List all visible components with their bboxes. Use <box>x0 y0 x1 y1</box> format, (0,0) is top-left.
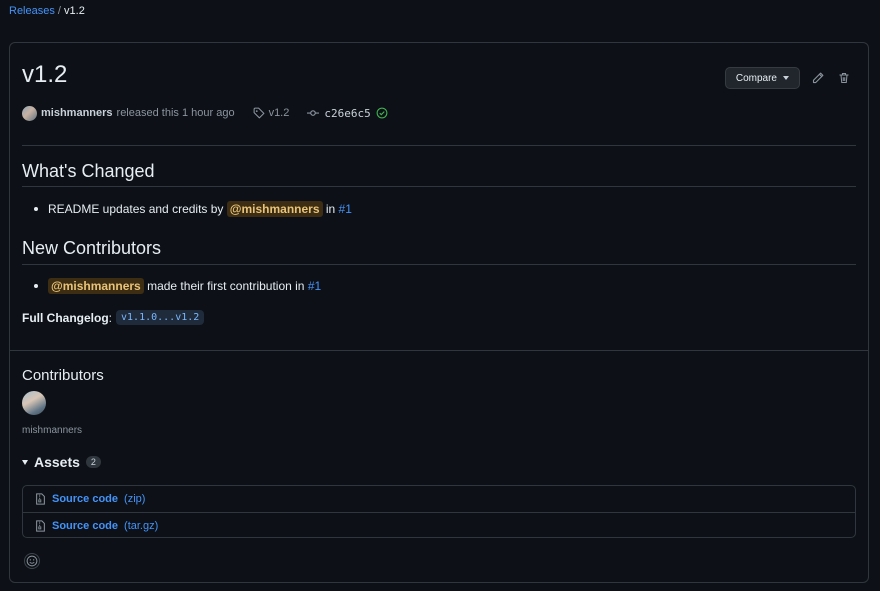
compare-button[interactable]: Compare <box>724 67 800 89</box>
section-divider <box>10 350 868 351</box>
release-tag[interactable]: v1.2 <box>253 107 290 119</box>
asset-ext: (tar.gz) <box>124 519 159 532</box>
whats-changed-heading: What's Changed <box>22 161 155 181</box>
pencil-icon <box>812 72 824 84</box>
bullet <box>34 207 38 211</box>
asset-name-link[interactable]: Source code <box>52 520 118 532</box>
contributors-heading: Contributors <box>22 367 104 384</box>
breadcrumb-current: v1.2 <box>64 5 85 17</box>
changelog-range-link[interactable]: v1.1.0...v1.2 <box>116 310 205 325</box>
list-item: @mishmanners made their first contributi… <box>34 278 321 294</box>
change-text: README updates and credits by <box>48 202 224 216</box>
asset-name-link[interactable]: Source code <box>52 493 118 505</box>
assets-list: Source code (zip) Source code (tar.gz) <box>22 485 856 538</box>
add-reaction-button[interactable] <box>24 553 40 569</box>
mention-link[interactable]: @mishmanners <box>226 201 323 217</box>
asset-row[interactable]: Source code (zip) <box>23 486 855 512</box>
release-commit[interactable]: c26e6c5 <box>307 106 388 120</box>
assets-count-badge: 2 <box>85 456 101 468</box>
smiley-icon <box>26 555 38 567</box>
verified-check-icon[interactable] <box>376 107 388 119</box>
asset-row[interactable]: Source code (tar.gz) <box>23 512 855 538</box>
edit-release-button[interactable] <box>810 70 826 86</box>
change-in: in <box>325 202 336 216</box>
release-actions: Compare <box>724 67 852 89</box>
tag-label: v1.2 <box>268 107 290 119</box>
whats-changed-underline <box>22 186 856 187</box>
assets-toggle[interactable]: Assets 2 <box>22 454 101 470</box>
breadcrumb: Releases / v1.2 <box>9 5 85 17</box>
contribution-text: made their first contribution in <box>147 279 305 293</box>
contributor-name: mishmanners <box>22 425 83 436</box>
commit-icon <box>307 110 320 116</box>
changelog-label: Full Changelog <box>22 310 109 325</box>
file-zip-icon <box>36 493 45 505</box>
author-link[interactable]: mishmanners <box>41 107 113 119</box>
commit-sha: c26e6c5 <box>324 106 371 120</box>
compare-label: Compare <box>735 72 777 84</box>
released-text: released this 1 hour ago <box>116 107 235 119</box>
contributor-avatar[interactable] <box>22 391 46 415</box>
file-zip-icon <box>36 519 45 532</box>
list-item: README updates and credits by @mishmanne… <box>34 201 352 217</box>
pull-request-link[interactable]: #1 <box>308 279 321 293</box>
assets-heading: Assets <box>34 454 80 470</box>
breadcrumb-separator: / <box>57 5 61 17</box>
meta-divider <box>22 145 856 146</box>
new-contributors-underline <box>22 264 856 265</box>
pull-request-link[interactable]: #1 <box>339 202 352 216</box>
delete-release-button[interactable] <box>836 70 852 86</box>
author-avatar[interactable] <box>22 105 37 121</box>
asset-ext: (zip) <box>124 493 146 505</box>
triangle-down-icon <box>22 459 28 465</box>
trash-icon <box>839 72 849 84</box>
release-meta: mishmanners released this 1 hour ago v1.… <box>22 105 388 121</box>
breadcrumb-releases-link[interactable]: Releases <box>9 5 55 17</box>
mention-link[interactable]: @mishmanners <box>48 278 144 294</box>
tag-icon <box>253 107 264 119</box>
release-title: v1.2 <box>22 61 68 88</box>
changelog-colon: : <box>108 310 113 325</box>
chevron-down-icon <box>783 76 789 80</box>
release-card: v1.2 Compare mishmanners released this 1… <box>9 42 869 583</box>
full-changelog: Full Changelog: v1.1.0...v1.2 <box>22 310 205 325</box>
new-contributors-heading: New Contributors <box>22 238 162 258</box>
bullet <box>34 284 38 288</box>
